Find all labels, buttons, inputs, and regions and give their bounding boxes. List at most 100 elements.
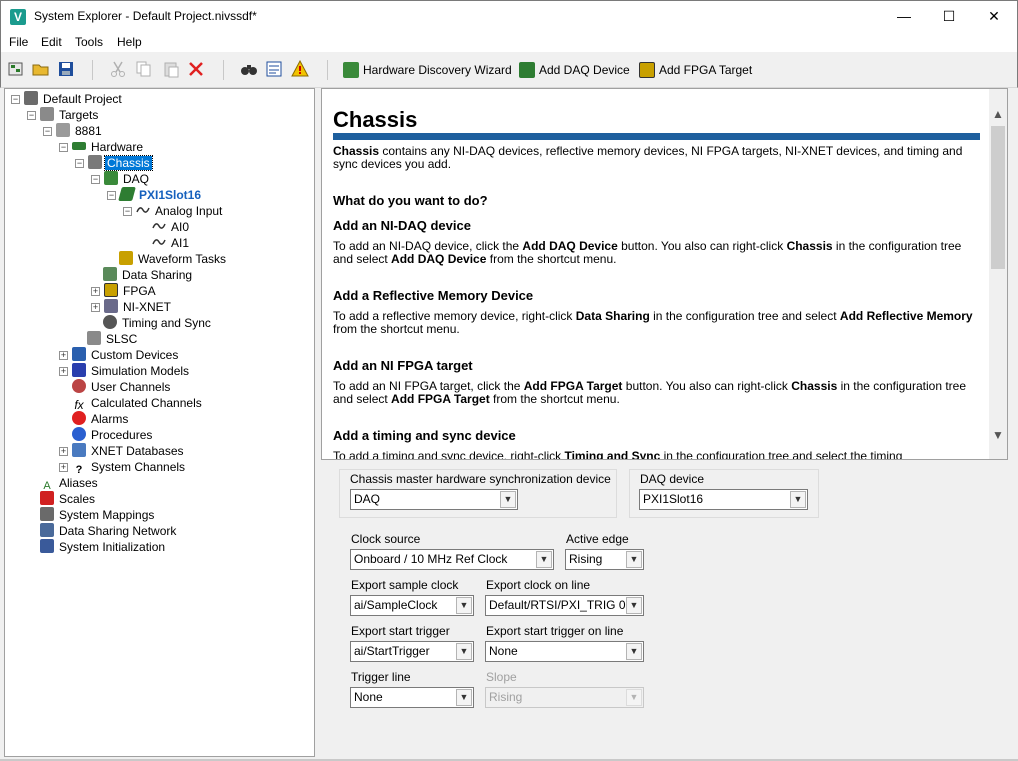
help-document-pane[interactable]: Chassis Chassis contains any NI-DAQ devi… xyxy=(321,88,1008,460)
scroll-up-icon[interactable]: ▲ xyxy=(989,105,1007,123)
active-edge-dropdown[interactable]: Rising ▼ xyxy=(565,549,644,570)
menu-file[interactable]: File xyxy=(9,35,28,49)
collapse-icon[interactable]: − xyxy=(43,127,52,136)
simulation-models-icon xyxy=(72,363,86,377)
text-run: from the shortcut menu. xyxy=(486,252,617,266)
xnet-databases-icon xyxy=(72,443,86,457)
scroll-down-icon[interactable]: ▼ xyxy=(989,426,1007,444)
tree-node-custom-devices[interactable]: + Custom Devices xyxy=(59,347,180,363)
scroll-thumb[interactable] xyxy=(991,126,1005,269)
expand-icon[interactable]: + xyxy=(91,303,100,312)
tree-node-label: Custom Devices xyxy=(91,348,179,362)
tree-node-system-mappings[interactable]: System Mappings xyxy=(40,507,156,523)
tree-node-label: Data Sharing xyxy=(122,268,193,282)
export-start-trigger-line-dropdown[interactable]: None ▼ xyxy=(485,641,644,662)
tree-node-label: System Channels xyxy=(91,460,186,474)
slope-dropdown[interactable]: Rising ▼ xyxy=(485,687,644,708)
hardware-discovery-wizard-button[interactable]: Hardware Discovery Wizard xyxy=(343,62,512,78)
expand-icon[interactable]: + xyxy=(59,351,68,360)
tree-node-analog-input[interactable]: − Analog Input xyxy=(123,203,224,219)
tree-node-calculated-channels[interactable]: fx Calculated Channels xyxy=(72,395,204,412)
export-start-trigger-dropdown[interactable]: ai/StartTrigger ▼ xyxy=(350,641,474,662)
tree-node-targets[interactable]: − Targets xyxy=(27,107,100,123)
menu-edit[interactable]: Edit xyxy=(41,35,62,49)
cut-icon[interactable] xyxy=(109,60,127,78)
tree-node-fpga[interactable]: + FPGA xyxy=(91,283,158,299)
tree-node-timing-and-sync[interactable]: Timing and Sync xyxy=(103,315,213,331)
expand-icon[interactable]: + xyxy=(91,287,100,296)
tree-node-label: User Channels xyxy=(91,380,171,394)
tree-node-aliases[interactable]: A Aliases xyxy=(40,475,100,492)
open-icon[interactable] xyxy=(32,60,50,78)
delete-icon[interactable] xyxy=(187,60,205,78)
save-icon[interactable] xyxy=(57,60,75,78)
tree-node-slsc[interactable]: SLSC xyxy=(87,331,139,347)
clock-source-dropdown[interactable]: Onboard / 10 MHz Ref Clock ▼ xyxy=(350,549,554,570)
minimize-button[interactable]: — xyxy=(881,1,927,32)
system-mappings-icon xyxy=(40,507,54,521)
tree-node-alarms[interactable]: Alarms xyxy=(72,411,130,427)
tree-node-user-channels[interactable]: User Channels xyxy=(72,379,172,395)
export-clock-line-dropdown[interactable]: Default/RTSI/PXI_TRIG 0 ▼ xyxy=(485,595,644,616)
add-fpga-target-button[interactable]: Add FPGA Target xyxy=(639,62,752,78)
collapse-icon[interactable]: − xyxy=(11,95,20,104)
collapse-icon[interactable]: − xyxy=(123,207,132,216)
tree-node-label: Analog Input xyxy=(155,204,223,218)
tree-node-label: 8881 xyxy=(75,124,102,138)
add-daq-label: Add DAQ Device xyxy=(539,63,630,77)
tree-node-label: Alarms xyxy=(91,412,129,426)
title-divider xyxy=(333,133,980,140)
tree-node-8881[interactable]: − 8881 xyxy=(43,123,104,139)
properties-icon[interactable] xyxy=(265,60,283,78)
tree-node-procedures[interactable]: Procedures xyxy=(72,427,154,443)
chevron-down-icon: ▼ xyxy=(536,551,552,568)
tree-node-ai0[interactable]: AI0 xyxy=(152,219,191,235)
tree-node-chassis[interactable]: − Chassis xyxy=(75,155,153,171)
close-button[interactable]: ✕ xyxy=(971,1,1017,32)
text-run: button. You also can right-click xyxy=(617,239,787,253)
tree-node-label: AI0 xyxy=(171,220,190,234)
pxi-controller-icon xyxy=(56,123,70,137)
collapse-icon[interactable]: − xyxy=(75,159,84,168)
chevron-down-icon: ▼ xyxy=(500,491,516,508)
tree-node-data-sharing-network[interactable]: Data Sharing Network xyxy=(40,523,178,539)
export-start-trigger-value: ai/StartTrigger xyxy=(354,644,430,658)
expand-icon[interactable]: + xyxy=(59,447,68,456)
tree-node-scales[interactable]: Scales xyxy=(40,491,97,507)
tree-node-pxi1slot16[interactable]: − PXI1Slot16 xyxy=(107,187,203,203)
expand-icon[interactable]: + xyxy=(59,463,68,472)
master-sync-dropdown[interactable]: DAQ ▼ xyxy=(350,489,518,510)
collapse-icon[interactable]: − xyxy=(107,191,116,200)
tree-node-ni-xnet[interactable]: + NI-XNET xyxy=(91,299,173,315)
menu-tools[interactable]: Tools xyxy=(75,35,103,49)
tree-node-hardware[interactable]: − Hardware xyxy=(59,139,145,155)
tree-node-xnet-databases[interactable]: + XNET Databases xyxy=(59,443,186,459)
find-icon[interactable] xyxy=(240,60,258,78)
maximize-button[interactable]: ☐ xyxy=(926,1,972,32)
copy-icon[interactable] xyxy=(135,60,153,78)
collapse-icon[interactable]: − xyxy=(27,111,36,120)
paste-icon[interactable] xyxy=(162,60,180,78)
user-channels-icon xyxy=(72,379,86,393)
tree-node-default-project[interactable]: − Default Project xyxy=(11,91,124,107)
tree-node-ai1[interactable]: AI1 xyxy=(152,235,191,251)
expand-icon[interactable]: + xyxy=(59,367,68,376)
configuration-tree[interactable]: − Default Project − Targets −8881 − Hardwar… xyxy=(4,88,315,757)
collapse-icon[interactable]: − xyxy=(91,175,100,184)
trigger-line-dropdown[interactable]: None ▼ xyxy=(350,687,474,708)
add-daq-device-button[interactable]: Add DAQ Device xyxy=(519,62,630,78)
menu-help[interactable]: Help xyxy=(117,35,142,49)
collapse-icon[interactable]: − xyxy=(59,143,68,152)
warning-icon[interactable] xyxy=(291,59,309,78)
new-project-icon[interactable] xyxy=(7,60,25,78)
tree-node-waveform-tasks[interactable]: Waveform Tasks xyxy=(119,251,228,267)
daq-device-dropdown[interactable]: PXI1Slot16 ▼ xyxy=(639,489,808,510)
tree-node-system-channels[interactable]: +? System Channels xyxy=(59,459,187,476)
export-sample-clock-dropdown[interactable]: ai/SampleClock ▼ xyxy=(350,595,474,616)
tree-node-data-sharing[interactable]: Data Sharing xyxy=(103,267,194,283)
tree-node-label: DAQ xyxy=(123,172,150,186)
doc-scrollbar[interactable]: ▲ ▼ xyxy=(989,89,1007,459)
tree-node-simulation-models[interactable]: + Simulation Models xyxy=(59,363,191,379)
tree-node-system-initialization[interactable]: System Initialization xyxy=(40,539,167,555)
tree-node-daq[interactable]: − DAQ xyxy=(91,171,151,187)
